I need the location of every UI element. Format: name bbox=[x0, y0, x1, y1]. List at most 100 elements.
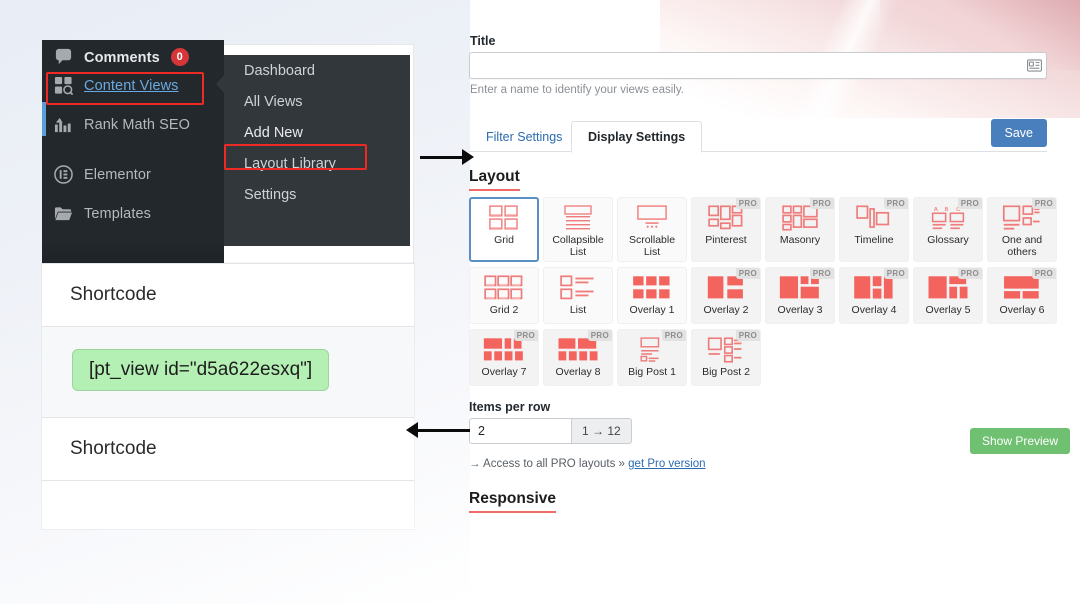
pro-badge: PRO bbox=[884, 198, 908, 209]
layout-card-overlay-3[interactable]: PROOverlay 3 bbox=[765, 267, 835, 324]
grid-thumb bbox=[481, 205, 527, 231]
pointer-arrow-to-shortcode-head bbox=[406, 422, 418, 438]
title-field-hint: Enter a name to identify your views easi… bbox=[470, 84, 684, 96]
grid2-thumb bbox=[481, 275, 527, 301]
sidebar-bottom-fade bbox=[42, 241, 224, 263]
items-per-row-input[interactable] bbox=[469, 418, 571, 444]
layout-card-overlay-8[interactable]: PROOverlay 8 bbox=[543, 329, 613, 386]
layout-card-timeline[interactable]: PRO Timeline bbox=[839, 197, 909, 262]
layout-card-label: Masonry bbox=[780, 234, 820, 246]
pointer-arrow-to-shortcode bbox=[415, 429, 470, 432]
save-button[interactable]: Save bbox=[991, 119, 1048, 147]
submenu-item-all-views[interactable]: All Views bbox=[224, 86, 410, 117]
layout-card-masonry[interactable]: PRO Masonry bbox=[765, 197, 835, 262]
pro-badge: PRO bbox=[810, 268, 834, 279]
templates-icon bbox=[54, 204, 73, 223]
sidebar-item-comments[interactable]: Comments 0 bbox=[42, 40, 224, 66]
layout-card-label: Overlay 2 bbox=[704, 304, 749, 316]
layout-card-overlay-6[interactable]: PROOverlay 6 bbox=[987, 267, 1057, 324]
shortcode-card: Shortcode [pt_view id="d5a622esxq"] Shor… bbox=[42, 263, 414, 529]
view-editor-panel: Title Enter a name to identify your view… bbox=[460, 0, 1080, 604]
pro-badge: PRO bbox=[1032, 268, 1056, 279]
submenu-item-dashboard[interactable]: Dashboard bbox=[224, 55, 410, 86]
sidebar-item-templates[interactable]: Templates bbox=[42, 194, 224, 233]
layout-card-label: Overlay 7 bbox=[482, 366, 527, 378]
items-per-row-control: 1 → 12 bbox=[469, 418, 632, 444]
sidebar-item-elementor[interactable]: Elementor bbox=[42, 155, 224, 194]
items-per-row-label: Items per row bbox=[469, 400, 550, 414]
submenu-item-layout-library[interactable]: Layout Library bbox=[224, 148, 410, 179]
tab-display-settings[interactable]: Display Settings bbox=[571, 121, 702, 153]
responsive-section-heading: Responsive bbox=[469, 490, 556, 513]
pro-layouts-note: → Access to all PRO layouts » get Pro ve… bbox=[469, 458, 706, 470]
show-preview-button[interactable]: Show Preview bbox=[970, 428, 1070, 454]
layout-card-label: Overlay 4 bbox=[852, 304, 897, 316]
comments-icon bbox=[54, 47, 73, 66]
get-pro-version-link[interactable]: get Pro version bbox=[628, 458, 705, 470]
divider bbox=[42, 480, 414, 481]
wp-admin-sidebar: Comments 0 Content Views Rank bbox=[42, 40, 224, 263]
sidebar-item-rank-math-seo[interactable]: Rank Math SEO bbox=[42, 105, 224, 144]
pointer-arrow-to-editor bbox=[420, 156, 468, 159]
sidebar-item-label: Templates bbox=[84, 206, 151, 222]
sidebar-item-label: Comments bbox=[84, 50, 160, 66]
tab-label: Display Settings bbox=[588, 130, 685, 144]
layout-card-big-post-1[interactable]: PROBig Post 1 bbox=[617, 329, 687, 386]
sidebar-item-label: Content Views bbox=[84, 78, 179, 94]
active-item-accent-bar bbox=[42, 102, 46, 136]
rank-math-icon bbox=[54, 115, 73, 134]
layout-card-grid-2[interactable]: Grid 2 bbox=[469, 267, 539, 324]
layout-card-overlay-5[interactable]: PROOverlay 5 bbox=[913, 267, 983, 324]
submenu-pointer bbox=[216, 75, 224, 93]
submenu-item-label: Add New bbox=[244, 125, 303, 141]
title-field-label: Title bbox=[470, 34, 495, 48]
content-views-icon bbox=[54, 76, 73, 95]
shortcode-value[interactable]: [pt_view id="d5a622esxq"] bbox=[72, 349, 329, 391]
layout-card-list[interactable]: List bbox=[543, 267, 613, 324]
layout-options-grid: GridCollapsible ListScrollable ListPROPi… bbox=[469, 197, 1069, 386]
pro-badge: PRO bbox=[810, 198, 834, 209]
title-input-wrapper[interactable] bbox=[469, 52, 1047, 79]
settings-tabs: Filter Settings Display Settings Save bbox=[469, 121, 1047, 152]
sidebar-item-content-views[interactable]: Content Views bbox=[42, 66, 224, 105]
layout-card-scrollable-list[interactable]: Scrollable List bbox=[617, 197, 687, 262]
pro-badge: PRO bbox=[736, 198, 760, 209]
items-per-row-range: 1 → 12 bbox=[571, 418, 632, 444]
list-thumb bbox=[555, 275, 601, 301]
sidebar-item-label: Rank Math SEO bbox=[84, 117, 190, 133]
pro-badge: PRO bbox=[958, 198, 982, 209]
title-input[interactable] bbox=[470, 53, 1022, 78]
pointer-arrow-to-editor-head bbox=[462, 149, 474, 165]
submenu-item-label: Layout Library bbox=[244, 156, 336, 172]
layout-card-pinterest[interactable]: PROPinterest bbox=[691, 197, 761, 262]
layout-card-label: Glossary bbox=[927, 234, 968, 246]
layout-card-label: Overlay 8 bbox=[556, 366, 601, 378]
pro-note-text: → Access to all PRO layouts » bbox=[469, 458, 628, 470]
scrollable-thumb bbox=[629, 205, 675, 231]
layout-card-overlay-7[interactable]: PROOverlay 7 bbox=[469, 329, 539, 386]
sidebar-item-label: Elementor bbox=[84, 167, 151, 183]
tab-label: Filter Settings bbox=[486, 130, 562, 144]
layout-card-label: One and others bbox=[990, 234, 1054, 258]
collapsible-thumb bbox=[555, 205, 601, 231]
svg-text:B: B bbox=[944, 207, 948, 213]
layout-card-big-post-2[interactable]: PROBig Post 2 bbox=[691, 329, 761, 386]
submenu-item-settings[interactable]: Settings bbox=[224, 179, 410, 210]
layout-card-glossary[interactable]: PROABCGlossary bbox=[913, 197, 983, 262]
layout-card-label: Grid 2 bbox=[490, 304, 519, 316]
submenu-item-label: Dashboard bbox=[244, 63, 315, 79]
submenu-item-add-new[interactable]: Add New bbox=[224, 117, 410, 148]
content-views-submenu: Dashboard All Views Add New Layout Libra… bbox=[224, 55, 410, 246]
list-card-icon[interactable] bbox=[1022, 59, 1046, 72]
layout-card-one-and-others[interactable]: PROOne and others bbox=[987, 197, 1057, 262]
layout-card-overlay-1[interactable]: Overlay 1 bbox=[617, 267, 687, 324]
tab-filter-settings[interactable]: Filter Settings bbox=[469, 121, 579, 153]
layout-card-grid[interactable]: Grid bbox=[469, 197, 539, 262]
layout-card-collapsible-list[interactable]: Collapsible List bbox=[543, 197, 613, 262]
elementor-icon bbox=[54, 165, 73, 184]
layout-card-label: Timeline bbox=[854, 234, 893, 246]
layout-card-overlay-2[interactable]: PROOverlay 2 bbox=[691, 267, 761, 324]
layout-card-overlay-4[interactable]: PROOverlay 4 bbox=[839, 267, 909, 324]
layout-card-label: Overlay 1 bbox=[630, 304, 675, 316]
layout-card-label: Overlay 5 bbox=[926, 304, 971, 316]
